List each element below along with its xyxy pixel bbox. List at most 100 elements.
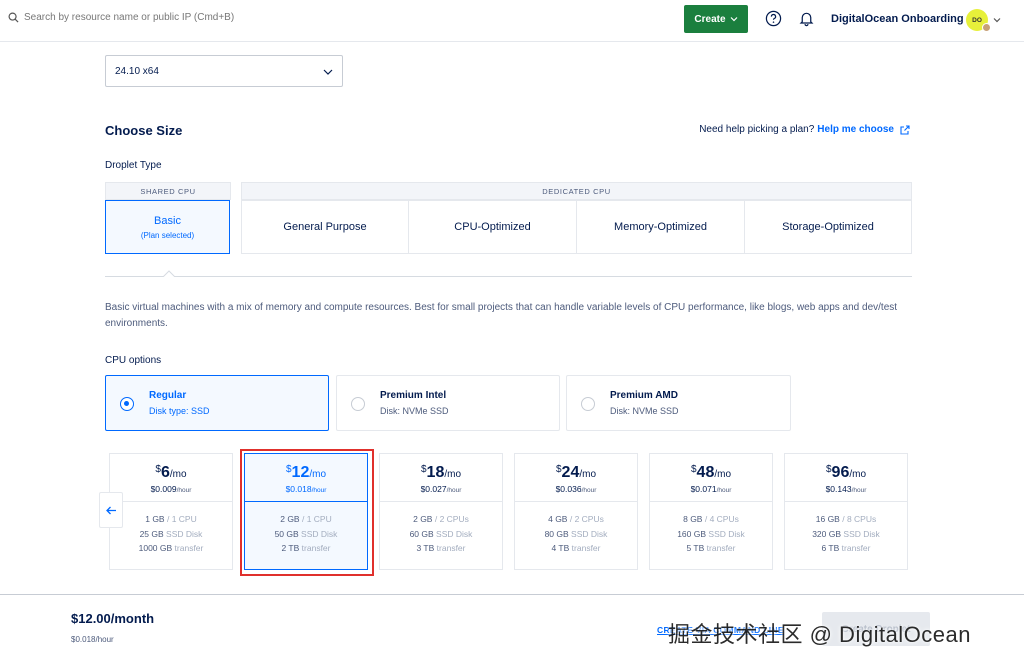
price-period: /mo bbox=[714, 469, 732, 480]
image-version-value: 24.10 x64 bbox=[115, 66, 159, 77]
help-choose-plan: Need help picking a plan? Help me choose bbox=[699, 124, 910, 135]
plan-transfer-amount: 4 TB bbox=[551, 543, 570, 553]
cpu-options-label: CPU options bbox=[105, 355, 162, 366]
plan-hourly-price: $0.009/hour bbox=[110, 484, 232, 494]
plan-disk-size: 320 GB bbox=[812, 529, 842, 539]
droplet-type-label: Droplet Type bbox=[105, 160, 162, 171]
scroll-left-button[interactable] bbox=[99, 492, 123, 528]
hourly-amount: $0.071 bbox=[690, 484, 717, 494]
plan-hourly-price: $0.071/hour bbox=[650, 484, 772, 494]
price-period: /mo bbox=[169, 469, 187, 480]
radio-button[interactable] bbox=[581, 397, 595, 411]
plan-disk: 25 GB SSD Disk bbox=[110, 529, 232, 539]
total-hourly-price: $0.018/hour bbox=[71, 635, 114, 644]
plan-price-area: $96/mo $0.143/hour bbox=[785, 454, 907, 502]
chevron-down-icon bbox=[730, 17, 737, 22]
hourly-amount: $0.036 bbox=[555, 484, 582, 494]
plan-transfer-amount: 6 TB bbox=[821, 543, 840, 553]
watermark-text: 掘金技术社区 @ DigitalOcean bbox=[668, 622, 972, 647]
plan-ram: 8 GB bbox=[683, 514, 703, 524]
bell-icon[interactable] bbox=[798, 10, 815, 27]
external-link-icon[interactable] bbox=[900, 124, 910, 135]
price-amount: 24 bbox=[561, 464, 580, 481]
hourly-unit: /hour bbox=[716, 487, 732, 494]
user-avatar-badge-icon bbox=[982, 23, 991, 32]
create-button[interactable]: Create bbox=[684, 5, 748, 33]
help-choose-text: Need help picking a plan? bbox=[699, 124, 815, 135]
plan-cpu: / 2 CPUs bbox=[434, 514, 469, 524]
cpu-option-premium-amd[interactable]: Premium AMD Disk: NVMe SSD bbox=[566, 375, 791, 431]
team-name[interactable]: DigitalOcean Onboarding bbox=[831, 13, 964, 25]
plan-transfer-label: transfer bbox=[436, 543, 466, 553]
hourly-unit: /hour bbox=[581, 487, 597, 494]
cpu-option-premium-intel[interactable]: Premium Intel Disk: NVMe SSD bbox=[336, 375, 560, 431]
price-period: /mo bbox=[579, 469, 597, 480]
plan-transfer-label: transfer bbox=[571, 543, 601, 553]
plan-card[interactable]: $18/mo $0.027/hour 2 GB / 2 CPUs 60 GB SSD … bbox=[379, 453, 503, 570]
cpu-option-disk: Disk: NVMe SSD bbox=[380, 406, 449, 416]
plan-disk-size: 25 GB bbox=[139, 529, 164, 539]
cpu-option-disk: Disk: NVMe SSD bbox=[610, 406, 679, 416]
plan-price-area: $18/mo $0.027/hour bbox=[380, 454, 502, 502]
plan-disk: 60 GB SSD Disk bbox=[380, 529, 502, 539]
plan-disk-size: 160 GB bbox=[677, 529, 707, 539]
plan-disk: 160 GB SSD Disk bbox=[650, 529, 772, 539]
create-button-label: Create bbox=[694, 13, 726, 25]
cpu-option-name: Premium Intel bbox=[380, 390, 447, 401]
price-amount: 48 bbox=[696, 464, 715, 481]
radio-button[interactable] bbox=[120, 397, 134, 411]
cpu-option-disk: Disk type: SSD bbox=[149, 406, 210, 416]
plan-disk-size: 60 GB bbox=[409, 529, 434, 539]
plan-memory-cpu: 1 GB / 1 CPU bbox=[110, 514, 232, 524]
plan-memory-cpu: 4 GB / 2 CPUs bbox=[515, 514, 637, 524]
search-bar[interactable]: Search by resource name or public IP (Cm… bbox=[8, 12, 234, 23]
price-period: /mo bbox=[849, 469, 867, 480]
plan-memory-cpu: 8 GB / 4 CPUs bbox=[650, 514, 772, 524]
cpu-option-name: Regular bbox=[149, 390, 187, 401]
plan-disk-type: SSD Disk bbox=[843, 529, 880, 539]
plan-card[interactable]: $48/mo $0.071/hour 8 GB / 4 CPUs 160 GB SSD… bbox=[649, 453, 773, 570]
plan-hourly-price: $0.027/hour bbox=[380, 484, 502, 494]
hourly-unit: /hour bbox=[446, 487, 462, 494]
top-navigation-bar: Search by resource name or public IP (Cm… bbox=[0, 0, 1024, 42]
plan-price: $18/mo bbox=[380, 464, 502, 482]
plan-card[interactable]: $96/mo $0.143/hour 16 GB / 8 CPUs 320 GB SS… bbox=[784, 453, 908, 570]
help-icon[interactable] bbox=[765, 10, 782, 27]
plan-cpu: / 8 CPUs bbox=[842, 514, 877, 524]
plan-selected-note: (Plan selected) bbox=[140, 230, 195, 240]
help-me-choose-link[interactable]: Help me choose bbox=[817, 124, 894, 135]
tab-memory-optimized[interactable]: Memory-Optimized bbox=[576, 200, 745, 254]
plan-transfer: 3 TB transfer bbox=[380, 543, 502, 553]
price-amount: 18 bbox=[426, 464, 445, 481]
plan-disk-type: SSD Disk bbox=[571, 529, 608, 539]
plan-price: $24/mo bbox=[515, 464, 637, 482]
plan-ram: 1 GB bbox=[145, 514, 165, 524]
plan-price-area: $24/mo $0.036/hour bbox=[515, 454, 637, 502]
plan-transfer: 4 TB transfer bbox=[515, 543, 637, 553]
plan-ram: 16 GB bbox=[815, 514, 840, 524]
tab-general-purpose[interactable]: General Purpose bbox=[241, 200, 409, 254]
radio-button[interactable] bbox=[351, 397, 365, 411]
plan-price: $96/mo bbox=[785, 464, 907, 482]
tab-divider bbox=[105, 276, 912, 277]
plan-cpu: / 2 CPUs bbox=[569, 514, 604, 524]
plan-transfer: 1000 GB transfer bbox=[110, 543, 232, 553]
plan-price-area: $6/mo $0.009/hour bbox=[110, 454, 232, 502]
plan-memory-cpu: 2 GB / 2 CPUs bbox=[380, 514, 502, 524]
cpu-option-regular[interactable]: Regular Disk type: SSD bbox=[105, 375, 329, 431]
tab-label: General Purpose bbox=[283, 221, 367, 233]
arrow-left-icon bbox=[105, 506, 116, 514]
tab-storage-optimized[interactable]: Storage-Optimized bbox=[744, 200, 912, 254]
selected-plan-highlight bbox=[240, 449, 374, 576]
plan-price: $6/mo bbox=[110, 464, 232, 482]
plan-transfer-label: transfer bbox=[174, 543, 204, 553]
plan-card[interactable]: $6/mo $0.009/hour 1 GB / 1 CPU 25 GB SSD Di… bbox=[109, 453, 233, 570]
footer-bar: $12.00/month $0.018/hour CREATE VIA COMM… bbox=[0, 594, 1024, 671]
total-price: $12.00/month bbox=[71, 611, 155, 626]
account-chevron-down-icon[interactable] bbox=[993, 16, 1001, 24]
tab-cpu-optimized[interactable]: CPU-Optimized bbox=[408, 200, 577, 254]
tab-basic[interactable]: Basic (Plan selected) bbox=[105, 200, 230, 254]
image-version-select[interactable]: 24.10 x64 bbox=[105, 55, 343, 87]
search-input[interactable]: Search by resource name or public IP (Cm… bbox=[24, 12, 234, 23]
plan-card[interactable]: $24/mo $0.036/hour 4 GB / 2 CPUs 80 GB SSD … bbox=[514, 453, 638, 570]
